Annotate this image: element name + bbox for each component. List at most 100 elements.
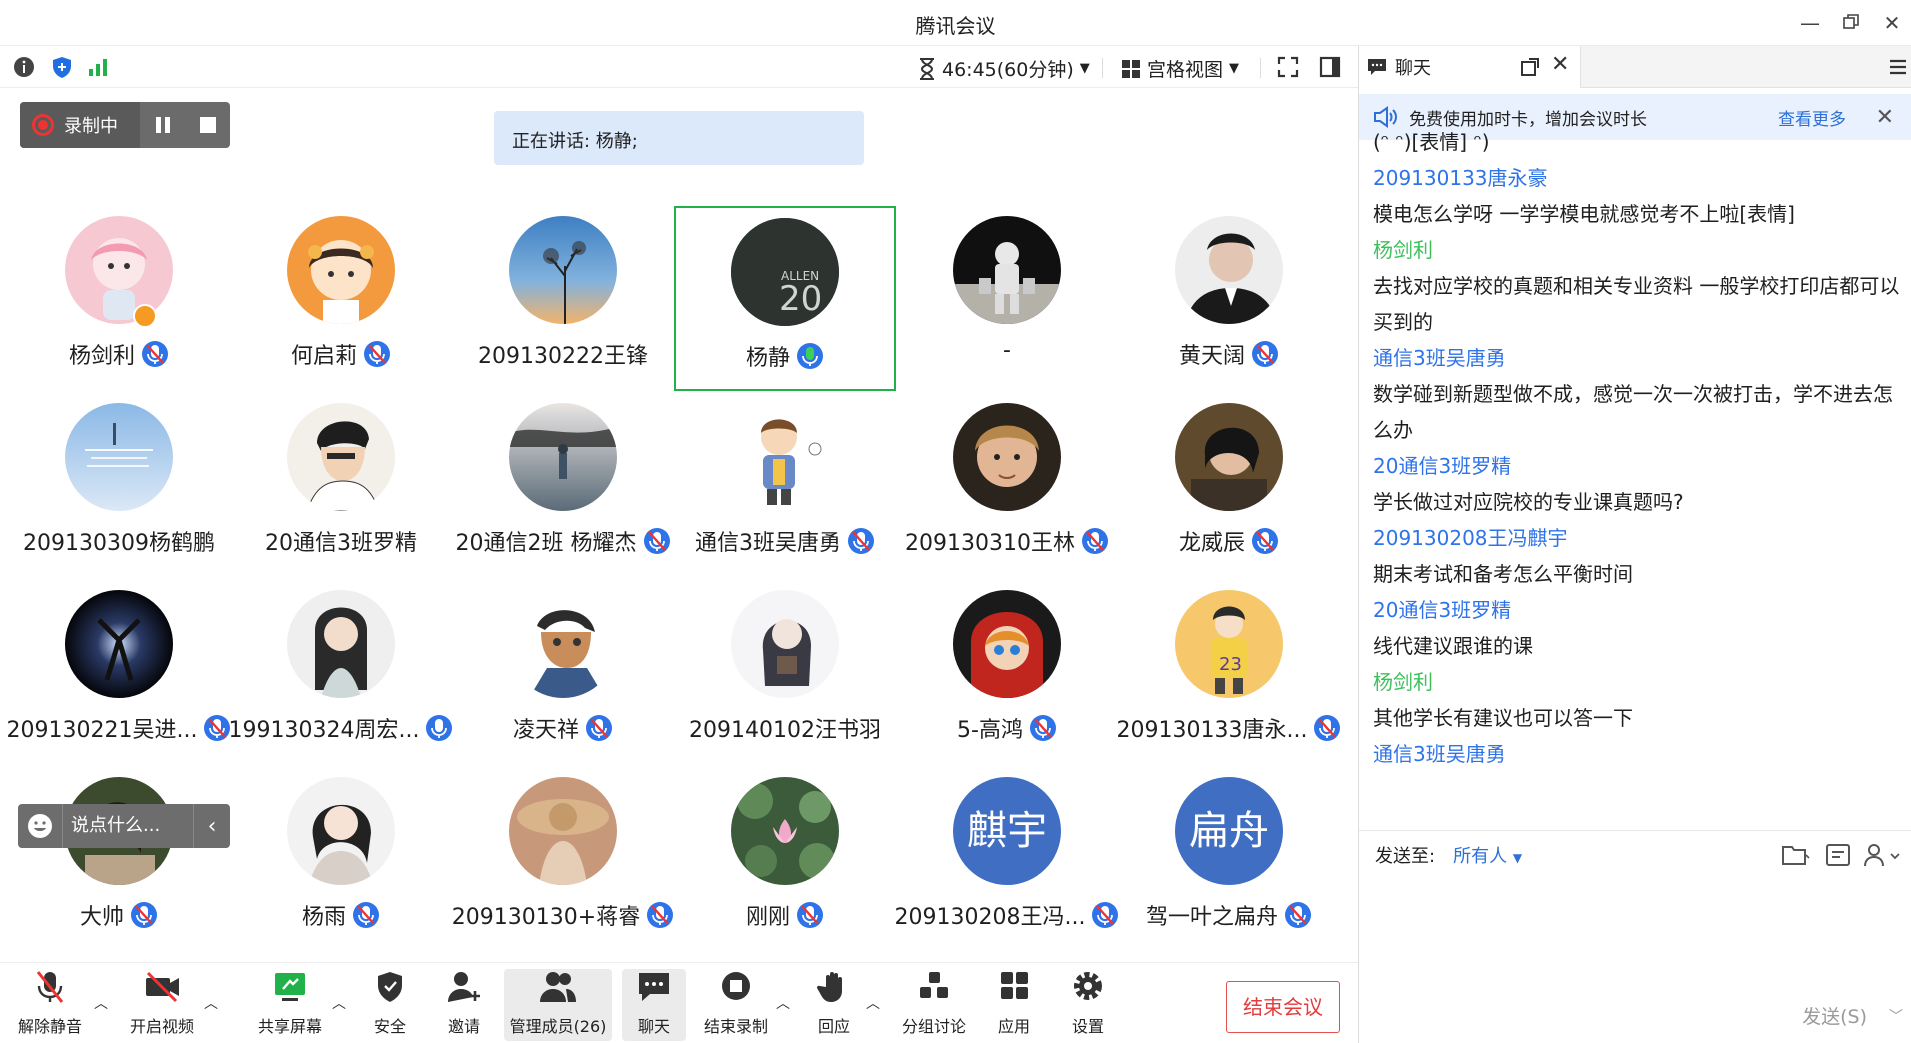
participant-tile[interactable]: 何启莉 [230, 206, 452, 391]
participant-tile[interactable]: 扁舟 驾一叶之扁舟 [1118, 767, 1340, 952]
participant-tile[interactable]: 5-高鸿 [896, 580, 1118, 765]
breakout-icon [920, 972, 948, 998]
unmute-label: 解除静音 [17, 1017, 82, 1036]
user-settings-icon[interactable] [1863, 842, 1903, 868]
chevron-up-icon[interactable]: ︿ [204, 993, 218, 1013]
participant-tile[interactable]: 刚刚 [674, 767, 896, 952]
menu-icon[interactable] [1888, 57, 1908, 77]
manage-members-button[interactable]: 管理成员(26) [504, 969, 612, 1041]
svg-text:20: 20 [779, 279, 822, 319]
participant-tile[interactable]: - [896, 206, 1118, 391]
send-to-selector[interactable]: 所有人 ▼ [1453, 842, 1522, 868]
chevron-up-icon[interactable]: ︿ [776, 993, 790, 1013]
participant-name-bar: 20通信2班 杨耀杰 [452, 525, 674, 557]
participant-name-bar: 209130221吴进... [7, 712, 231, 744]
participant-tile[interactable]: 黄天阔 [1118, 206, 1340, 391]
send-button[interactable]: 发送(S) [1802, 1002, 1867, 1029]
chat-compose-input[interactable] [1369, 886, 1899, 986]
react-button[interactable]: 回应 [806, 969, 862, 1041]
meeting-area: 46:45(60分钟) ▼ 宫格视图 ▼ 录制中 正在讲话: 杨静; 杨剑利 何启… [0, 46, 1358, 1043]
announcement-icon[interactable] [1825, 842, 1851, 868]
chat-sender: 通信3班吴唐勇 [1373, 346, 1506, 370]
participant-tile[interactable]: 209130309杨鹤鹏 [8, 393, 230, 578]
unmute-button[interactable]: 解除静音 [10, 969, 90, 1041]
file-icon[interactable] [1781, 843, 1811, 867]
participant-tile[interactable]: 209140102汪书羽 [674, 580, 896, 765]
chat-message: 数学碰到新题型做不成，感觉一次一次被打击，学不进去怎么办 [1373, 382, 1893, 442]
minimize-icon[interactable]: — [1795, 8, 1825, 38]
chat-sender: 209130208王冯麒宇 [1373, 526, 1568, 550]
apps-button[interactable]: 应用 [984, 969, 1044, 1041]
sidebar-toggle-icon[interactable] [1318, 55, 1342, 79]
pause-record-button[interactable] [140, 102, 185, 148]
meeting-timer[interactable]: 46:45(60分钟) ▼ [918, 55, 1090, 82]
participant-tile[interactable]: 杨雨 [230, 767, 452, 952]
participant-tile[interactable]: 209130130+蒋睿 [452, 767, 674, 952]
participant-tile[interactable]: 20通信3班罗精 [230, 393, 452, 578]
recording-label: 录制中 [64, 116, 118, 137]
participant-tile[interactable]: 龙威辰 [1118, 393, 1340, 578]
share-screen-button[interactable]: 共享屏幕 [252, 969, 328, 1041]
chat-sender: 209130133唐永豪 [1373, 166, 1548, 190]
participant-tile[interactable]: 通信3班吴唐勇 [674, 393, 896, 578]
apps-icon [1001, 972, 1028, 999]
participant-tile[interactable]: 20通信2班 杨耀杰 [452, 393, 674, 578]
stop-record-button[interactable] [185, 102, 230, 148]
chat-button[interactable]: 聊天 [622, 969, 686, 1041]
participant-name: 199130324周宏... [228, 718, 420, 743]
chevron-up-icon[interactable]: ︿ [332, 993, 346, 1013]
members-icon [540, 972, 576, 1002]
participant-tile[interactable]: 麒宇 209130208王冯... [895, 767, 1119, 952]
participant-tile[interactable]: 23 209130133唐永... [1117, 580, 1341, 765]
chat-tab[interactable]: 聊天 ✕ [1359, 46, 1581, 88]
participant-tile[interactable]: 凌天祥 [452, 580, 674, 765]
restore-icon[interactable] [1836, 8, 1866, 38]
chat-placeholder[interactable]: 说点什么... [62, 804, 194, 848]
participant-tile[interactable]: 209130310王林 [896, 393, 1118, 578]
emoji-icon[interactable] [18, 813, 62, 839]
avatar [731, 777, 839, 885]
chat-messages[interactable]: (ᵔ ᵔ)[表情] ᵔ) 209130133唐永豪 模电怎么学呀 一学学模电就感觉考… [1359, 124, 1911, 814]
participant-name-bar: 209130309杨鹤鹏 [8, 525, 230, 557]
close-window-icon[interactable]: ✕ [1877, 8, 1907, 38]
popout-icon[interactable] [1521, 58, 1539, 76]
participant-tile[interactable]: 199130324周宏... [228, 580, 453, 765]
signal-icon[interactable] [86, 55, 110, 79]
invite-button[interactable]: 邀请 [434, 969, 494, 1041]
mic-muted-icon [1092, 902, 1119, 928]
chevron-down-icon[interactable]: ﹀ [1889, 1006, 1903, 1026]
settings-button[interactable]: 设置 [1058, 969, 1118, 1041]
breakout-rooms-button[interactable]: 分组讨论 [896, 969, 972, 1041]
view-selector[interactable]: 宫格视图 ▼ [1121, 55, 1239, 82]
participant-name: 5-高鸿 [957, 718, 1023, 743]
participant-tile[interactable]: 209130221吴进... [7, 580, 231, 765]
stop-recording-button[interactable]: 结束录制 [700, 969, 772, 1041]
shield-icon [378, 972, 402, 1002]
svg-text:23: 23 [1219, 654, 1242, 675]
react-label: 回应 [817, 1017, 850, 1036]
participant-name-bar: 杨静 [676, 340, 894, 372]
avatar [953, 403, 1061, 511]
end-meeting-button[interactable]: 结束会议 [1226, 981, 1340, 1033]
shield-icon[interactable] [50, 55, 74, 79]
participant-tile[interactable]: 20 ALLEN 杨静 [674, 206, 896, 391]
participant-name: 20通信3班罗精 [265, 531, 417, 556]
chat-message: 模电怎么学呀 一学学模电就感觉考不上啦[表情] [1373, 202, 1795, 226]
close-chat-icon[interactable]: ✕ [1551, 52, 1569, 77]
start-video-button[interactable]: 开启视频 [122, 969, 202, 1041]
participant-name-bar: 199130324周宏... [228, 712, 453, 744]
collapse-chevron-icon[interactable]: ‹ [194, 814, 230, 839]
fullscreen-icon[interactable] [1276, 55, 1300, 79]
participant-name-bar: 5-高鸿 [896, 712, 1118, 744]
chevron-up-icon[interactable]: ︿ [94, 993, 108, 1013]
security-button[interactable]: 安全 [362, 969, 418, 1041]
participant-name: 刚刚 [745, 905, 790, 930]
floating-chat-input[interactable]: 说点什么... ‹ [18, 804, 230, 848]
participant-tile[interactable]: 大帅 [8, 767, 230, 952]
mic-muted-icon [364, 341, 390, 367]
info-icon[interactable] [12, 55, 36, 79]
participant-name-bar: 凌天祥 [452, 712, 674, 744]
participant-tile[interactable]: 209130222王锋 [452, 206, 674, 391]
participant-tile[interactable]: 杨剑利 [8, 206, 230, 391]
chevron-up-icon[interactable]: ︿ [866, 993, 880, 1013]
